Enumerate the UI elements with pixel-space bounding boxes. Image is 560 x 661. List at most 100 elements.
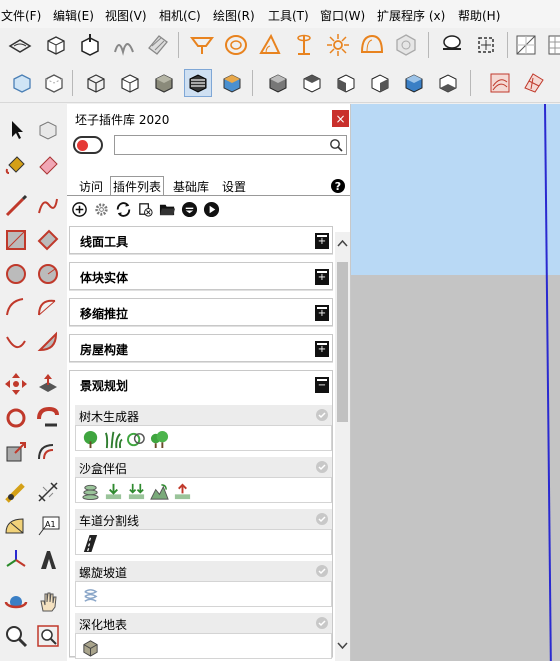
menu-extensions[interactable]: 扩展程序 (x) [377,7,445,24]
category-house-building[interactable]: 房屋构建 + [69,334,333,362]
back-view-icon[interactable] [400,69,428,97]
shaded-textures-icon[interactable] [184,69,212,97]
expand-plus-icon[interactable]: + [315,341,329,357]
polygon-icon[interactable] [34,260,62,288]
circle-icon[interactable] [2,260,30,288]
two-point-arc-icon[interactable] [34,294,62,322]
close-button[interactable]: × [332,110,349,127]
category-block-solid[interactable]: 体块实体 + [69,262,333,290]
protractor-icon[interactable] [2,512,30,540]
grid-plane-icon[interactable] [544,31,560,59]
move-icon[interactable] [2,370,30,398]
back-edges-icon[interactable] [40,69,68,97]
help-icon[interactable]: ? [331,179,345,193]
plugin-header[interactable]: 深化地表 [75,613,332,633]
burst-icon[interactable] [324,31,352,59]
rotate-icon[interactable] [2,404,30,432]
lane-divider-icon[interactable] [80,533,100,553]
text-label-icon[interactable]: A1 [34,512,62,540]
tab-settings[interactable]: 设置 [220,178,248,195]
tab-visit[interactable]: 访问 [77,178,105,195]
settings-gear-icon[interactable] [92,200,110,218]
search-box[interactable] [114,135,347,155]
install-icon[interactable] [180,200,198,218]
expand-plus-icon[interactable]: + [315,305,329,321]
category-landscape-planning[interactable]: 景观规划 − 树木生成器 沙盒伴侣 车道分割线 螺旋坡道 深化地表 [69,370,333,659]
forest-icon[interactable] [149,429,169,449]
scroll-up-icon[interactable] [335,236,350,250]
wireframe-icon[interactable] [82,69,110,97]
front-view-icon[interactable] [332,69,360,97]
right-view-icon[interactable] [366,69,394,97]
sphere-icon[interactable] [438,31,466,59]
dashed-select-icon[interactable] [472,31,500,59]
clear-cache-icon[interactable] [136,200,154,218]
open-folder-icon[interactable] [158,200,176,218]
menu-window[interactable]: 窗口(W) [320,7,365,24]
model-viewport[interactable] [350,103,560,661]
sandbox-stamp-icon[interactable] [110,31,138,59]
zoom-icon[interactable] [2,622,30,650]
menu-camera[interactable]: 相机(C) [159,7,201,24]
category-move-scale-push[interactable]: 移缩推拉 + [69,298,333,326]
iso-view-icon[interactable] [264,69,292,97]
sandbox-contours-icon[interactable] [6,31,34,59]
tape-pin-icon[interactable] [290,31,318,59]
shaded-icon[interactable] [150,69,178,97]
search-icon[interactable] [329,138,343,152]
axes-icon[interactable] [2,546,30,574]
line-pencil-icon[interactable] [2,192,30,220]
play-icon[interactable] [202,200,220,218]
left-view-icon[interactable] [434,69,462,97]
push-pull-icon[interactable] [34,370,62,398]
sandbox-drop-icon[interactable] [103,481,123,501]
rectangle-icon[interactable] [2,226,30,254]
pie-icon[interactable] [34,328,62,356]
follow-me-icon[interactable] [222,31,250,59]
plugin-header[interactable]: 螺旋坡道 [75,561,332,581]
terrain-cube-icon[interactable] [80,637,100,657]
three-point-arc-icon[interactable] [2,328,30,356]
menu-view[interactable]: 视图(V) [105,7,147,24]
scroll-thumb[interactable] [337,262,348,422]
solid-shape-icon[interactable] [392,31,420,59]
menu-edit[interactable]: 编辑(E) [53,7,94,24]
arc-icon[interactable] [2,294,30,322]
select-arrow-icon[interactable] [2,116,30,144]
sandbox-terrain-icon[interactable] [149,481,169,501]
sandbox-stack-icon[interactable] [80,481,100,501]
tab-base-library[interactable]: 基础库 [171,178,211,195]
grass-icon[interactable] [103,429,123,449]
sandbox-raise-icon[interactable] [172,481,192,501]
plugin-list-scrollbar[interactable] [335,232,350,661]
expand-plus-icon[interactable]: + [315,269,329,285]
collapse-minus-icon[interactable]: − [315,377,329,393]
top-view-icon[interactable] [298,69,326,97]
zoom-window-icon[interactable] [34,622,62,650]
menu-draw[interactable]: 绘图(R) [213,7,255,24]
scroll-down-icon[interactable] [335,639,350,653]
monochrome-icon[interactable] [218,69,246,97]
rotated-rectangle-icon[interactable] [34,226,62,254]
section-plane-icon[interactable] [188,31,216,59]
shrub-icon[interactable] [126,429,146,449]
tape-measure-icon[interactable] [2,478,30,506]
menu-help[interactable]: 帮助(H) [458,7,500,24]
expand-plus-icon[interactable]: + [315,233,329,249]
add-plugin-icon[interactable] [70,200,88,218]
orbit-icon[interactable] [2,588,30,616]
plugin-header[interactable]: 树木生成器 [75,405,332,425]
menu-file[interactable]: 文件(F) [1,7,41,24]
sandbox-drape-icon[interactable] [144,31,172,59]
plugin-header[interactable]: 车道分割线 [75,509,332,529]
xray-style-icon[interactable] [8,69,36,97]
paint-bucket-icon[interactable] [2,150,30,178]
spiral-ramp-icon[interactable] [80,585,100,605]
terrain-map-icon[interactable] [486,69,514,97]
dimension-icon[interactable] [34,478,62,506]
hidden-line-icon[interactable] [116,69,144,97]
enable-toggle[interactable] [73,136,103,154]
scale-icon[interactable] [2,438,30,466]
follow-me-red-icon[interactable] [34,404,62,432]
dome-icon[interactable] [358,31,386,59]
